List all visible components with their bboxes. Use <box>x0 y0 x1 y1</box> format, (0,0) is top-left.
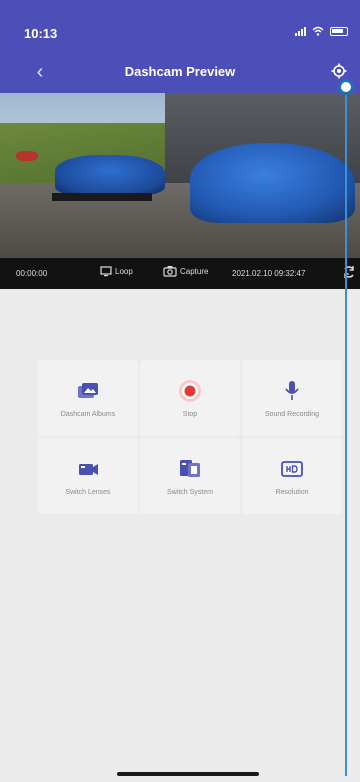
loop-label: Loop <box>115 267 133 276</box>
system-icon <box>178 457 202 481</box>
signal-icon <box>295 26 306 36</box>
gear-icon <box>331 63 347 79</box>
capture-button[interactable]: Capture <box>163 265 208 277</box>
camera-icon <box>163 266 177 277</box>
switch-system-button[interactable]: Switch System <box>140 438 240 514</box>
stop-button[interactable]: Stop <box>140 360 240 436</box>
resolution-button[interactable]: Resolution <box>242 438 342 514</box>
page-title: Dashcam Preview <box>124 64 236 79</box>
record-icon <box>178 379 202 403</box>
status-indicators <box>295 26 348 36</box>
preview-control-bar: 00:00:00 Loop Capture 2021.02.10 09:32:4… <box>0 258 360 289</box>
tile-label: Sound Recording <box>264 410 320 418</box>
dashcam-video-preview[interactable]: 00:00:00 Loop Capture 2021.02.10 09:32:4… <box>0 93 360 289</box>
microphone-icon <box>280 379 304 403</box>
annotation-line <box>345 88 347 776</box>
video-timestamp: 2021.02.10 09:32:47 <box>232 269 306 278</box>
video-car-blue-left <box>55 155 165 195</box>
video-shadow <box>52 193 152 201</box>
app-header: 10:13 ‹ Dashcam Preview <box>0 0 360 93</box>
function-grid: Dashcam Albums Stop Sound Recording Swit… <box>38 360 342 514</box>
tile-label: Switch System <box>167 488 213 496</box>
battery-icon <box>330 26 348 36</box>
annotation-marker <box>338 79 354 95</box>
tile-label: Dashcam Albums <box>60 410 116 418</box>
status-bar: 10:13 <box>0 0 360 52</box>
switch-lenses-button[interactable]: Switch Lenses <box>38 438 138 514</box>
video-car-red <box>16 151 38 161</box>
tile-label: Resolution <box>275 488 309 496</box>
tile-label: Stop <box>182 410 198 418</box>
dashcam-albums-button[interactable]: Dashcam Albums <box>38 360 138 436</box>
status-time: 10:13 <box>24 26 58 41</box>
monitor-icon <box>100 266 112 277</box>
nav-bar: ‹ Dashcam Preview <box>0 52 360 93</box>
video-car-blue-right <box>190 143 355 223</box>
capture-label: Capture <box>180 266 209 276</box>
albums-icon <box>76 379 100 403</box>
home-indicator <box>117 772 259 776</box>
loop-button[interactable]: Loop <box>100 266 133 277</box>
camera-switch-icon <box>76 457 100 481</box>
wifi-icon <box>312 26 324 36</box>
hd-icon <box>280 457 304 481</box>
elapsed-time: 00:00:00 <box>16 269 48 278</box>
sound-recording-button[interactable]: Sound Recording <box>242 360 342 436</box>
tile-label: Switch Lenses <box>65 488 111 496</box>
